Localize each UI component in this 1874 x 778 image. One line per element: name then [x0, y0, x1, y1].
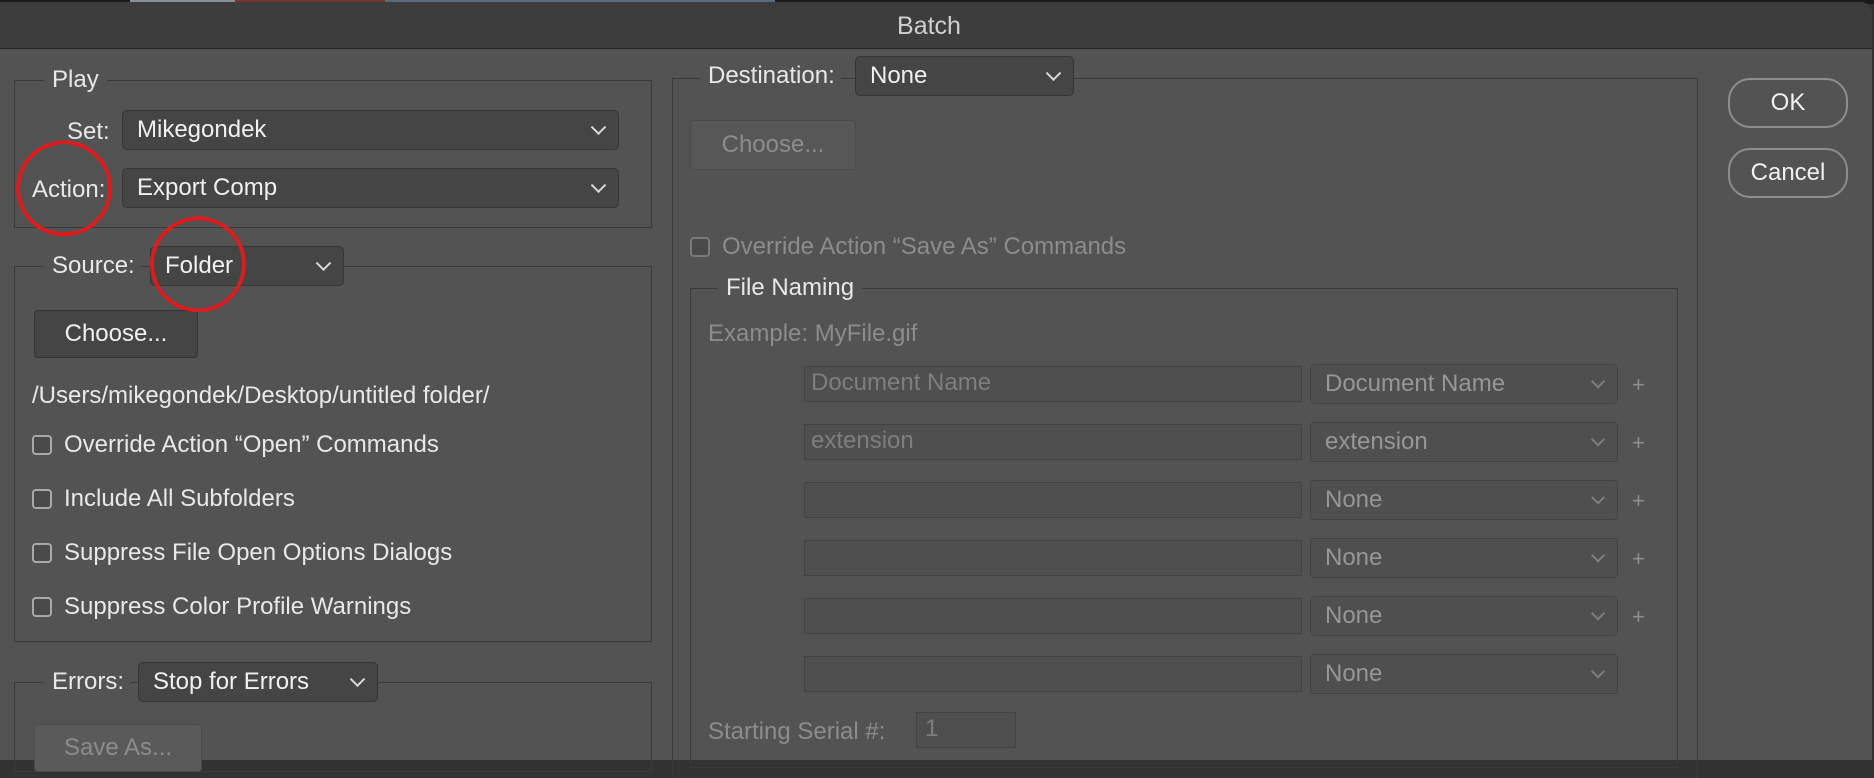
- add-row-icon[interactable]: +: [1632, 546, 1645, 572]
- dialog-title: Batch: [897, 12, 961, 40]
- source-choose-button[interactable]: Choose...: [34, 310, 198, 358]
- include-subfolders-checkbox[interactable]: Include All Subfolders: [32, 485, 295, 513]
- set-select[interactable]: Mikegondek: [122, 110, 619, 150]
- file-naming-example: Example: MyFile.gif: [708, 320, 918, 347]
- add-row-icon[interactable]: +: [1632, 604, 1645, 630]
- checkbox-label: Include All Subfolders: [64, 485, 295, 512]
- chevron-down-icon: [1590, 664, 1606, 679]
- naming-text-field[interactable]: [804, 482, 1302, 518]
- suppress-open-options-checkbox[interactable]: Suppress File Open Options Dialogs: [32, 539, 452, 567]
- add-row-icon[interactable]: +: [1632, 488, 1645, 514]
- checkbox-label: Suppress Color Profile Warnings: [64, 593, 412, 620]
- destination-select-value: None: [870, 62, 928, 89]
- chevron-down-icon: [590, 119, 607, 136]
- naming-select[interactable]: None: [1310, 480, 1618, 520]
- errors-save-as-button[interactable]: Save As...: [34, 724, 202, 772]
- errors-label: Errors:: [44, 668, 130, 696]
- destination-select[interactable]: None: [855, 56, 1074, 96]
- chevron-down-icon: [315, 255, 332, 272]
- errors-select[interactable]: Stop for Errors: [138, 662, 378, 702]
- naming-text-field[interactable]: Document Name: [804, 366, 1302, 402]
- chevron-down-icon: [349, 671, 366, 688]
- naming-select-value: Document Name: [1325, 370, 1506, 397]
- set-select-value: Mikegondek: [137, 116, 267, 143]
- cancel-button[interactable]: Cancel: [1728, 148, 1848, 198]
- checkbox-box[interactable]: [32, 543, 52, 563]
- source-select[interactable]: Folder: [150, 246, 344, 286]
- file-naming-group: [690, 288, 1678, 768]
- chevron-down-icon: [1590, 432, 1606, 447]
- title-bar: Batch: [0, 2, 1872, 49]
- naming-text-field[interactable]: [804, 656, 1302, 692]
- action-label: Action:: [32, 176, 106, 203]
- suppress-color-warnings-checkbox[interactable]: Suppress Color Profile Warnings: [32, 593, 411, 621]
- ok-button-label: OK: [1770, 89, 1806, 116]
- source-select-value: Folder: [165, 252, 234, 279]
- save-as-button-label: Save As...: [63, 734, 173, 761]
- source-choose-button-label: Choose...: [64, 320, 168, 347]
- source-label: Source:: [44, 252, 141, 280]
- errors-select-value: Stop for Errors: [153, 668, 310, 695]
- override-open-checkbox[interactable]: Override Action “Open” Commands: [32, 431, 439, 459]
- checkbox-label: Override Action “Open” Commands: [64, 431, 439, 458]
- chevron-down-icon: [1590, 490, 1606, 505]
- chevron-down-icon: [1590, 374, 1606, 389]
- override-save-as-checkbox[interactable]: Override Action “Save As” Commands: [690, 233, 1126, 261]
- checkbox-box[interactable]: [32, 435, 52, 455]
- naming-select-value: None: [1325, 544, 1383, 571]
- destination-label: Destination:: [700, 62, 841, 90]
- naming-select-value: extension: [1325, 428, 1428, 455]
- ok-button[interactable]: OK: [1728, 78, 1848, 128]
- chevron-down-icon: [590, 177, 607, 194]
- serial-input[interactable]: 1: [916, 712, 1016, 748]
- play-legend: Play: [44, 66, 107, 94]
- cancel-button-label: Cancel: [1750, 159, 1826, 186]
- checkbox-label: Suppress File Open Options Dialogs: [64, 539, 453, 566]
- naming-select[interactable]: Document Name: [1310, 364, 1618, 404]
- checkbox-box[interactable]: [32, 597, 52, 617]
- naming-select[interactable]: None: [1310, 654, 1618, 694]
- set-label: Set:: [67, 118, 110, 145]
- action-select-value: Export Comp: [137, 174, 278, 201]
- serial-label: Starting Serial #:: [708, 718, 886, 745]
- naming-select-value: None: [1325, 486, 1383, 513]
- chevron-down-icon: [1590, 548, 1606, 563]
- chevron-down-icon: [1045, 65, 1062, 82]
- add-row-icon[interactable]: +: [1632, 430, 1645, 456]
- naming-select-value: None: [1325, 602, 1383, 629]
- destination-choose-button-label: Choose...: [721, 131, 825, 158]
- chevron-down-icon: [1590, 606, 1606, 621]
- batch-dialog: Batch Play Set: Mikegondek Action: Expor…: [0, 2, 1872, 778]
- checkbox-box[interactable]: [690, 237, 710, 257]
- file-naming-legend: File Naming: [718, 274, 863, 302]
- naming-text-field[interactable]: [804, 540, 1302, 576]
- source-path: /Users/mikegondek/Desktop/untitled folde…: [32, 382, 490, 409]
- checkbox-box[interactable]: [32, 489, 52, 509]
- action-select[interactable]: Export Comp: [122, 168, 619, 208]
- naming-text-field[interactable]: extension: [804, 424, 1302, 460]
- destination-choose-button[interactable]: Choose...: [690, 120, 856, 170]
- naming-select[interactable]: extension: [1310, 422, 1618, 462]
- naming-select[interactable]: None: [1310, 596, 1618, 636]
- naming-text-field[interactable]: [804, 598, 1302, 634]
- naming-select[interactable]: None: [1310, 538, 1618, 578]
- add-row-icon[interactable]: +: [1632, 372, 1645, 398]
- naming-select-value: None: [1325, 660, 1383, 687]
- checkbox-label: Override Action “Save As” Commands: [722, 233, 1127, 260]
